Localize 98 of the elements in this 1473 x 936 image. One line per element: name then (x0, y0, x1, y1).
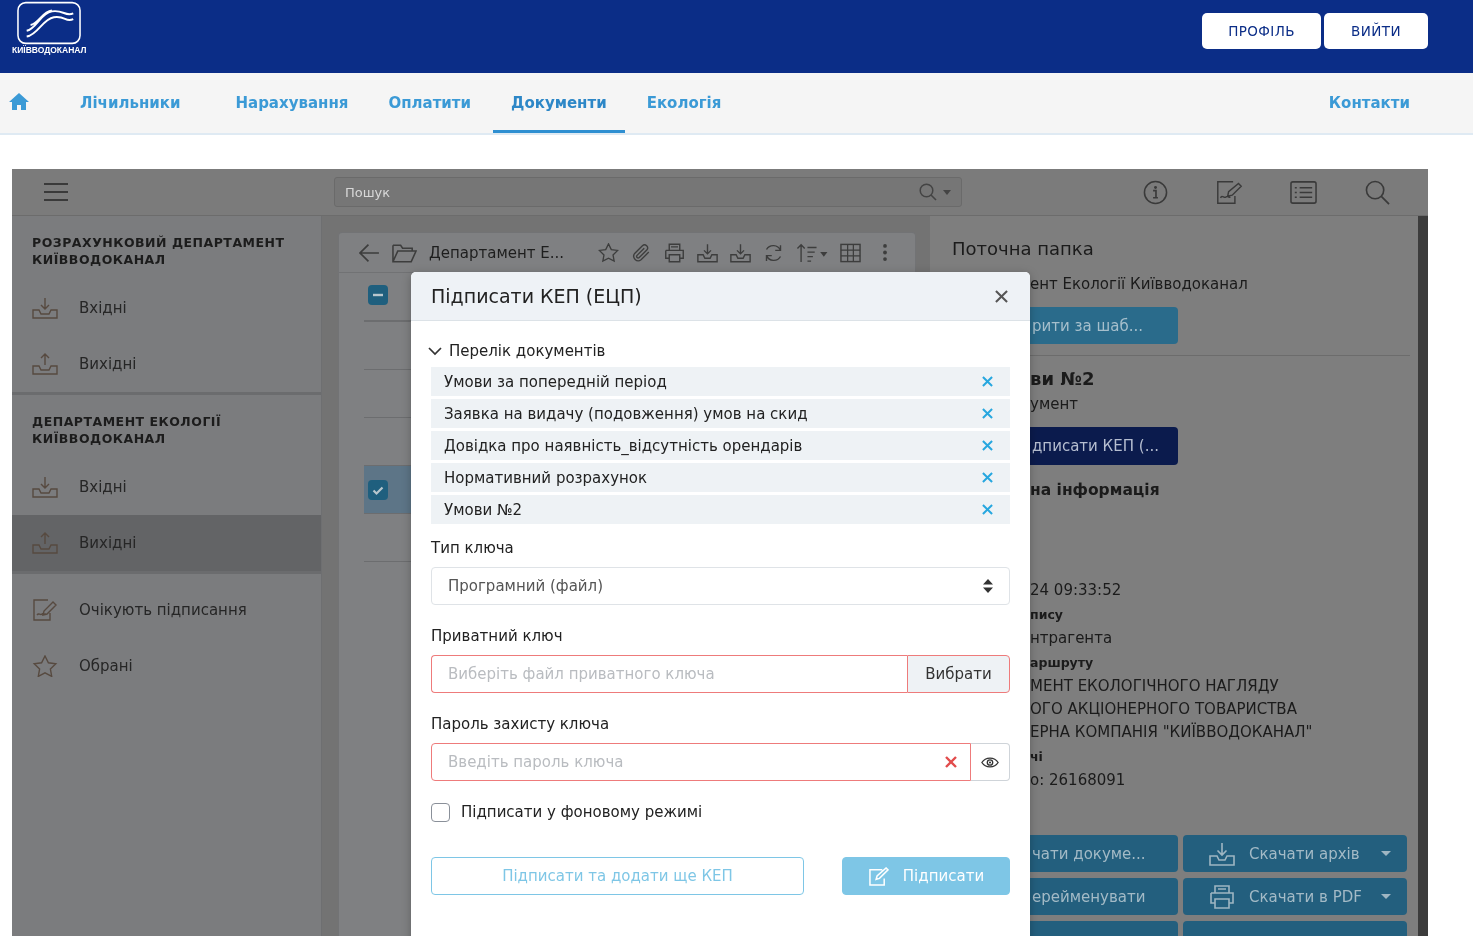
document-name: Умови за попередній період (444, 372, 667, 391)
tray-up-icon (32, 532, 58, 554)
key-type-select[interactable]: Програмний (файл) (431, 567, 1010, 605)
remove-icon[interactable] (982, 408, 993, 419)
download-icon[interactable] (697, 242, 719, 263)
scrollbar[interactable] (1418, 216, 1428, 936)
signature-document-icon[interactable] (1216, 179, 1243, 205)
search-icon[interactable] (919, 183, 937, 201)
checkbox-label: Підписати у фоновому режимі (461, 803, 703, 821)
field-label: Приватний ключ (431, 626, 564, 646)
signature-document-icon (32, 599, 58, 621)
more-icon[interactable] (883, 244, 888, 261)
search-icon[interactable] (1364, 179, 1391, 205)
section-title: на інформація (1030, 480, 1161, 501)
home-icon[interactable] (9, 92, 29, 110)
sidebar-item[interactable]: Вхідні (12, 280, 321, 336)
field-label: чі (1030, 748, 1044, 766)
field-value: о: 26168091 (1030, 770, 1127, 791)
grid-icon[interactable] (840, 242, 862, 263)
sidebar-item[interactable]: Очікують підписання (12, 582, 321, 638)
dialog-title: Підписати КЕП (ЕЦП) (431, 285, 642, 307)
section-title: РОЗРАХУНКОВИЙ ДЕПАРТАМЕНТ КИЇВВОДОКАНАЛ (31, 234, 286, 268)
star-icon[interactable] (598, 242, 620, 263)
field-label: пису (1030, 606, 1064, 624)
caret-icon[interactable] (1381, 851, 1391, 856)
password-field[interactable]: Введіть пароль ключа (431, 743, 971, 781)
download-icon[interactable] (730, 242, 752, 263)
tray-down-icon (32, 297, 58, 319)
remove-icon[interactable] (982, 440, 993, 451)
tray-up-icon (32, 353, 58, 375)
select-all-checkbox[interactable] (368, 284, 388, 305)
field-value: нтрагента (1030, 628, 1114, 649)
show-password-button[interactable] (971, 743, 1010, 781)
field-value: 24 09:33:52 (1030, 580, 1123, 601)
field-value: МЕНТ ЕКОЛОГІЧНОГО НАГЛЯДУ (1030, 676, 1280, 697)
nav-tab[interactable]: Документи (493, 73, 625, 133)
folder-name: ент Екології Київводоканал (1030, 274, 1249, 294)
caret-icon[interactable] (943, 189, 951, 195)
chevron-icon[interactable] (428, 346, 442, 356)
printer-icon[interactable] (664, 242, 686, 263)
sidebar-item[interactable]: Обрані (12, 638, 321, 694)
back-arrow-icon[interactable] (359, 242, 380, 263)
template-button[interactable]: рити за шаб... (1030, 307, 1178, 344)
nav-tab[interactable]: Лічильники (62, 73, 199, 133)
field-label: Тип ключа (431, 538, 515, 558)
close-icon[interactable] (995, 289, 1008, 303)
list-icon[interactable] (1290, 179, 1317, 205)
action-button[interactable]: ерейменувати (1030, 878, 1178, 915)
clear-icon[interactable] (945, 756, 957, 768)
sidebar-item[interactable]: Вихідні (12, 515, 321, 571)
printer-icon (1209, 884, 1235, 909)
profile-button[interactable]: ПРОФІЛЬ (1202, 13, 1321, 49)
remove-icon[interactable] (982, 504, 993, 515)
sidebar-item[interactable]: Вихідні (12, 336, 321, 392)
field-label: аршруту (1030, 654, 1095, 672)
download-icon (1209, 841, 1235, 866)
nav-tab[interactable]: Оплатити (370, 73, 490, 133)
checkbox[interactable] (431, 802, 450, 822)
logo-emblem-icon (17, 1, 82, 45)
browse-button[interactable]: Вибрати (907, 655, 1010, 693)
tray-down-icon (32, 476, 58, 498)
edit-icon (867, 866, 889, 886)
eye-icon (981, 756, 999, 768)
private-key-field[interactable]: Виберіть файл приватного ключа (431, 655, 907, 693)
nav-tab[interactable]: Екологія (628, 73, 740, 133)
document-title: ви №2 (1030, 367, 1096, 391)
action-button[interactable]: Скачати в PDF (1183, 878, 1407, 915)
panel-title: Поточна папка (952, 237, 1095, 261)
remove-icon[interactable] (982, 472, 993, 483)
field-label: Пароль захисту ключа (431, 714, 611, 734)
sidebar-item[interactable]: Вхідні (12, 459, 321, 515)
document-name: Заявка на видачу (подовження) умов на скид (444, 404, 808, 423)
folder-icon (392, 242, 417, 263)
logo-text: КИЇВВОДОКАНАЛ (12, 45, 87, 56)
document-type: умент (1030, 394, 1079, 414)
info-icon[interactable] (1142, 179, 1169, 205)
action-button[interactable]: чати докуме... (1030, 835, 1178, 872)
document-name: Довідка про наявність_відсутність орендарів (444, 436, 803, 455)
section-title: ДЕПАРТАМЕНТ ЕКОЛОГІЇ КИЇВВОДОКАНАЛ (31, 413, 223, 447)
menu-icon[interactable] (44, 183, 68, 201)
caret-icon[interactable] (1381, 894, 1391, 899)
document-name: Нормативний розрахунок (444, 468, 648, 487)
documents-heading[interactable]: Перелік документів (449, 342, 606, 360)
star-icon (32, 655, 58, 677)
sort-icon[interactable] (796, 242, 829, 263)
nav-tab[interactable]: Нарахування (217, 73, 367, 133)
action-button[interactable]: Скачати архів (1183, 835, 1407, 872)
folder-path: Департамент Е... (429, 243, 565, 262)
row-checkbox[interactable] (368, 479, 388, 500)
sort-arrows-icon (983, 579, 993, 593)
contacts-link[interactable]: Контакти (1310, 73, 1428, 133)
field-value: ЕРНА КОМПАНІЯ "КИЇВВОДОКАНАЛ" (1030, 721, 1314, 743)
search-field[interactable]: Пошук (334, 177, 962, 207)
sign-button[interactable]: дписати КЕП (... (1030, 427, 1178, 465)
field-value: ОГО АКЦІОНЕРНОГО ТОВАРИСТВА (1030, 699, 1298, 720)
document-name: Умови №2 (444, 500, 523, 519)
logout-button[interactable]: ВИЙТИ (1324, 13, 1428, 49)
remove-icon[interactable] (982, 376, 993, 387)
